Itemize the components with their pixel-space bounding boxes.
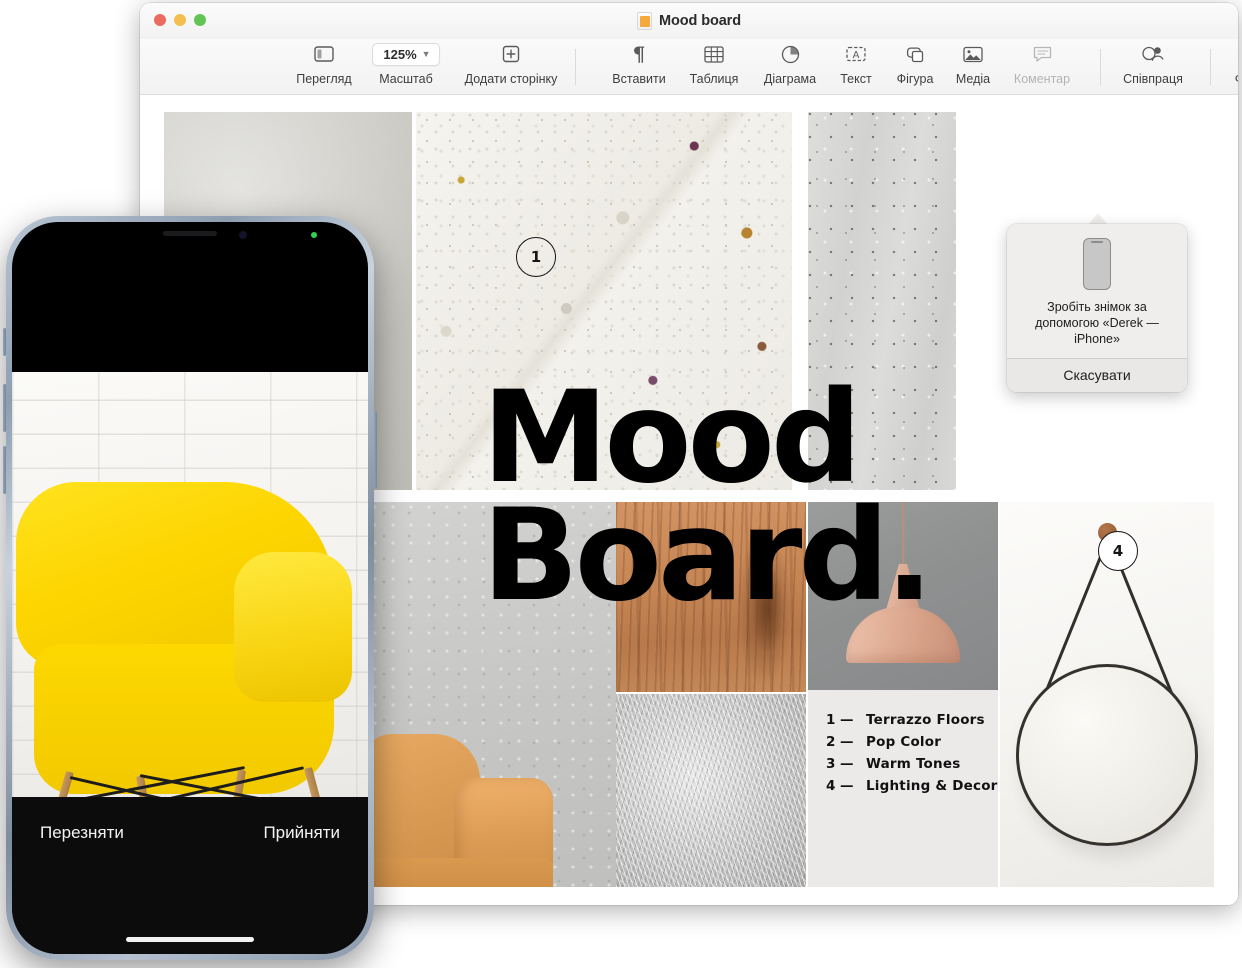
legend-label: Warm Tones [866, 756, 961, 772]
toolbar-button-add-page[interactable]: Додати сторінку [456, 41, 566, 86]
traffic-light-group [154, 14, 206, 26]
toolbar-label-insert: Вставити [612, 72, 666, 86]
marker-number: 1 [530, 248, 542, 266]
window-title: Mood board [659, 13, 741, 29]
yellow-chair-arm [234, 552, 352, 702]
legend-dash: — [840, 778, 854, 794]
cancel-button[interactable]: Скасувати [1007, 367, 1187, 383]
window-title-group: Mood board [140, 3, 1238, 39]
plaster-sofa-photo[interactable] [372, 502, 616, 887]
toolbar-label-add-page: Додати сторінку [464, 72, 558, 86]
legend-label: Pop Color [866, 734, 942, 750]
toolbar-label-media: Медіа [955, 72, 991, 86]
svg-text:A: A [853, 50, 860, 61]
legend-number: 1 [826, 712, 836, 728]
tan-sofa-shape [372, 710, 553, 887]
toolbar-button-format[interactable]: Формат [1202, 41, 1238, 86]
iphone-screen[interactable]: Перезняти Прийняти [12, 222, 368, 954]
earpiece-speaker-icon [163, 231, 217, 236]
legend-number: 2 [826, 734, 836, 750]
wood-grain-photo[interactable] [616, 502, 806, 692]
iphone-volume-down-button[interactable] [3, 446, 6, 494]
popover-footer[interactable]: Скасувати [1007, 358, 1187, 393]
iphone-device-icon [1083, 238, 1111, 290]
close-button[interactable] [154, 14, 166, 26]
chart-pie-icon [781, 41, 800, 67]
toolbar-label-view: Перегляд [296, 72, 352, 86]
svg-text:¶: ¶ [633, 44, 646, 64]
media-image-icon [963, 41, 983, 67]
toolbar-label-table: Таблиця [689, 72, 739, 86]
chevron-down-icon: ▼ [421, 49, 431, 59]
legend-number: 3 [826, 756, 836, 772]
marker-badge-4[interactable]: 4 [1098, 531, 1138, 571]
iphone-mute-switch[interactable] [3, 328, 6, 356]
popover-message: Зробіть знімок за допомогою «Derek — iPh… [1035, 300, 1159, 346]
legend-number: 4 [826, 778, 836, 794]
legend-label: Lighting & Decor [866, 778, 998, 794]
iphone-side-button[interactable] [374, 412, 377, 488]
iphone-volume-up-button[interactable] [3, 384, 6, 432]
comment-icon [1033, 41, 1052, 67]
lamp-cord [902, 502, 904, 570]
toolbar-separator-1 [575, 49, 576, 85]
toolbar-label-comment: Коментар [1013, 72, 1071, 86]
mirror-glass [1016, 663, 1198, 846]
concrete-wall-photo[interactable] [808, 112, 956, 490]
keynote-document-icon [637, 12, 653, 30]
zoom-level-value: 125% [383, 46, 417, 62]
collaborate-icon [1142, 41, 1164, 67]
screen-root: Mood board Перегляд 125% ▼ Масштаб Додат… [0, 0, 1242, 968]
marker-badge-1[interactable]: 1 [516, 237, 556, 277]
legend-row: 1 — Terrazzo Floors [826, 712, 998, 728]
legend-row: 4 — Lighting & Decor [826, 778, 998, 794]
legend-dash: — [840, 712, 854, 728]
main-toolbar: Перегляд 125% ▼ Масштаб Додати сторінку [140, 39, 1238, 95]
minimize-button[interactable] [174, 14, 186, 26]
window-titlebar[interactable]: Mood board [140, 3, 1238, 39]
camera-controls-bar: Перезняти Прийняти [12, 797, 368, 954]
sofa-seat [372, 858, 553, 887]
legend-dash: — [840, 734, 854, 750]
fur-rug-photo[interactable] [616, 694, 806, 887]
camera-active-indicator [311, 232, 317, 238]
legend-row: 2 — Pop Color [826, 734, 998, 750]
legend-dash: — [840, 756, 854, 772]
home-indicator[interactable] [126, 937, 254, 942]
add-page-icon [502, 41, 520, 67]
popover-body: Зробіть знімок за допомогою «Derek — iPh… [1007, 224, 1187, 358]
table-icon [704, 41, 724, 67]
legend-label: Terrazzo Floors [866, 712, 985, 728]
mood-board-legend: 1 — Terrazzo Floors 2 — Pop Color 3 — Wa… [808, 690, 998, 887]
front-camera-icon [239, 231, 247, 239]
iphone-device: Перезняти Прийняти [3, 216, 377, 960]
legend-row: 3 — Warm Tones [826, 756, 998, 772]
toolbar-label-collaborate: Співпраця [1123, 72, 1183, 86]
zoom-level-dropdown[interactable]: 125% ▼ [372, 41, 440, 67]
pendant-lamp-photo[interactable] [808, 502, 998, 690]
toolbar-button-collaborate[interactable]: Співпраця [1098, 41, 1208, 86]
toolbar-label-zoom: Масштаб [379, 72, 433, 86]
iphone-notch [107, 222, 317, 249]
zoom-button[interactable] [194, 14, 206, 26]
terrazzo-photo[interactable] [416, 112, 792, 490]
accept-button[interactable]: Прийняти [263, 823, 340, 843]
sidebar-view-icon [314, 41, 334, 67]
toolbar-zoom-group[interactable]: 125% ▼ Масштаб [351, 41, 461, 86]
marker-number: 4 [1112, 542, 1124, 560]
toolbar-label-format: Формат [1235, 72, 1238, 86]
insert-pilcrow-icon: ¶ [631, 41, 647, 67]
camera-viewfinder[interactable] [12, 372, 368, 809]
continuity-camera-popover: Зробіть знімок за допомогою «Derek — iPh… [1007, 224, 1187, 393]
retake-button[interactable]: Перезняти [40, 823, 124, 843]
toolbar-button-comment[interactable]: Коментар [987, 41, 1097, 86]
